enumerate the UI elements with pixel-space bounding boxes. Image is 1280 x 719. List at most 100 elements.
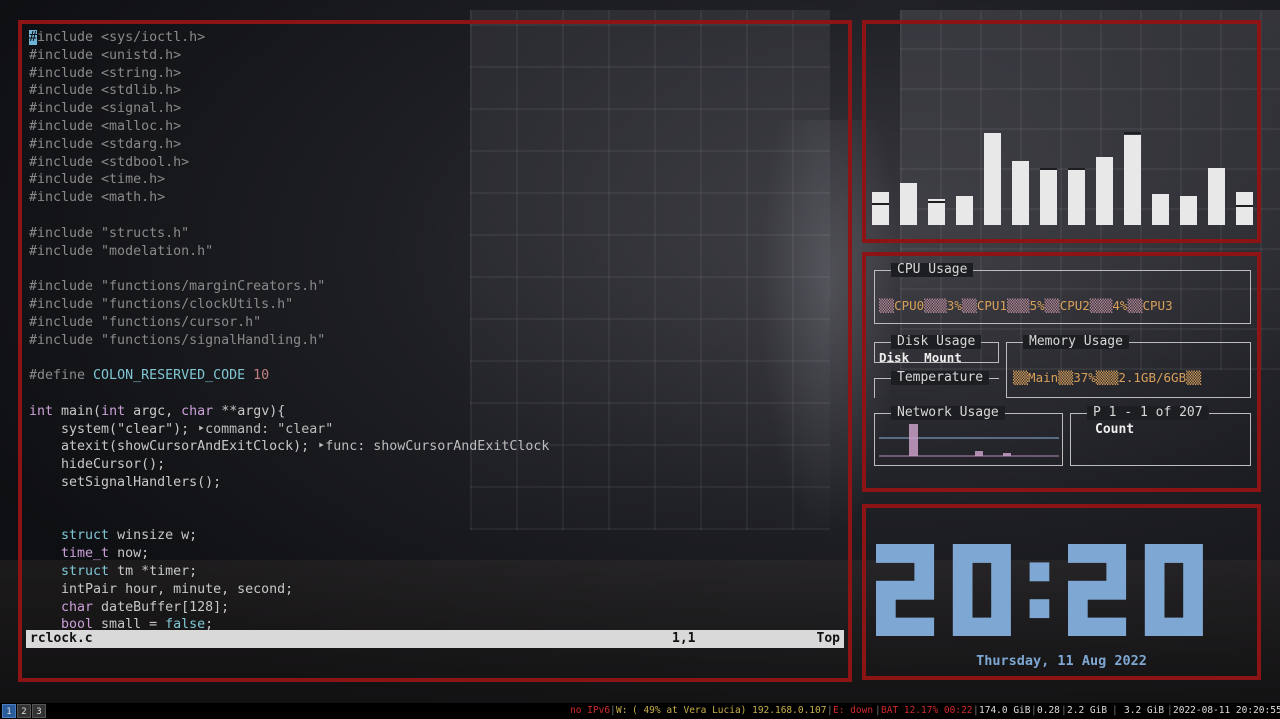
code-line[interactable]: #include <time.h> [29, 171, 841, 189]
memory-usage-line: ▒▒Main▒▒37%▒▒▒2.1GB/6GB▒▒ [1013, 370, 1202, 385]
workspace-button-1[interactable]: 1 [2, 704, 16, 718]
process-count-header[interactable]: Count [1095, 422, 1134, 437]
system-monitor-window[interactable]: CPU Usage ▒▒CPU0▒▒▒3%▒▒CPU1▒▒▒5%▒▒CPU2▒▒… [862, 252, 1261, 492]
code-line[interactable]: #define COLON_RESERVED_CODE 10 [29, 367, 841, 385]
temperature-panel: Temperature [874, 371, 999, 398]
clock-window[interactable]: Thursday, 11 Aug 2022 [862, 504, 1261, 680]
code-line[interactable]: system("clear"); ‣command: "clear" [29, 421, 841, 439]
code-line[interactable]: #include "structs.h" [29, 225, 841, 243]
editor-window[interactable]: #include <sys/ioctl.h> #include <unistd.h… [18, 20, 852, 682]
cpu-usage-title: CPU Usage [891, 263, 974, 277]
cpu-core-percent: 4% [1112, 298, 1128, 313]
code-line[interactable] [29, 349, 841, 367]
code-line[interactable]: #include <signal.h> [29, 100, 841, 118]
code-line[interactable]: intPair hour, minute, second; [29, 581, 841, 599]
network-usage-title: Network Usage [891, 406, 1005, 420]
ethernet-status: E: down [833, 705, 874, 716]
visualizer-bar [1096, 157, 1113, 225]
visualizer-peak-cap [1236, 205, 1253, 207]
code-line[interactable]: #include <sys/ioctl.h> [29, 29, 841, 47]
code-line[interactable] [29, 492, 841, 510]
code-line[interactable]: setSignalHandlers(); [29, 474, 841, 492]
clock-digit [1068, 544, 1127, 636]
visualizer-bar [872, 192, 889, 225]
code-line[interactable]: atexit(showCursorAndExitClock); ‣func: s… [29, 438, 841, 456]
cpu-core-label: CPU1 [976, 298, 1007, 313]
temperature-title: Temperature [891, 371, 990, 385]
audio-visualizer-window[interactable] [862, 20, 1261, 243]
statusline-scroll: Top [816, 631, 840, 646]
i3-status-bar: 1 2 3 no IPv6 | W: ( 49% at Vera Lucia) … [0, 703, 1280, 719]
code-line[interactable]: #include "functions/clockUtils.h" [29, 296, 841, 314]
visualizer-peak-cap [1040, 168, 1057, 170]
cpu-core-label: CPU3 [1142, 298, 1173, 313]
code-line[interactable]: hideCursor(); [29, 456, 841, 474]
memory-usage-panel: Memory Usage ▒▒Main▒▒37%▒▒▒2.1GB/6GB▒▒ [1006, 335, 1251, 398]
visualizer-peak-cap [928, 201, 945, 203]
code-line[interactable]: #include <unistd.h> [29, 47, 841, 65]
code-line[interactable] [29, 260, 841, 278]
ipv6-status: no IPv6 [570, 705, 611, 716]
code-line[interactable] [29, 510, 841, 528]
memory-used-status: 2.2 GiB [1067, 705, 1108, 716]
cpu-usage-panel: CPU Usage ▒▒CPU0▒▒▒3%▒▒CPU1▒▒▒5%▒▒CPU2▒▒… [874, 263, 1251, 324]
code-line[interactable]: #include <string.h> [29, 65, 841, 83]
clock-digit [952, 544, 1011, 636]
workspace-button-3[interactable]: 3 [32, 704, 46, 718]
process-panel[interactable]: P 1 - 1 of 207 Count [1070, 406, 1251, 466]
code-line[interactable]: struct winsize w; [29, 527, 841, 545]
memory-usage-title: Memory Usage [1023, 335, 1129, 349]
code-line[interactable]: struct tm *timer; [29, 563, 841, 581]
code-line[interactable] [29, 207, 841, 225]
code-line[interactable]: time_t now; [29, 545, 841, 563]
code-line[interactable]: #include <math.h> [29, 189, 841, 207]
visualizer-bar [900, 183, 917, 225]
disk-free-status: 174.0 GiB [979, 705, 1031, 716]
workspace-button-2[interactable]: 2 [17, 704, 31, 718]
disk-usage-panel: Disk Usage Disk Mount [874, 335, 999, 365]
clock-digit [1144, 544, 1203, 636]
visualizer-bar [1040, 168, 1057, 225]
visualizer-bar [984, 133, 1001, 225]
cpu-core-label: CPU0 [894, 298, 925, 313]
clock-digit [876, 544, 935, 636]
cpu-core-label: CPU2 [1059, 298, 1090, 313]
datetime-status: 2022-08-11 20:20:55 [1173, 705, 1280, 716]
code-line[interactable]: char dateBuffer[128]; [29, 599, 841, 617]
code-area[interactable]: #include <sys/ioctl.h> #include <unistd.h… [29, 29, 841, 634]
clock-date: Thursday, 11 Aug 2022 [976, 653, 1147, 669]
visualizer-peak-cap [1124, 132, 1141, 134]
code-line[interactable] [29, 385, 841, 403]
cpu-usage-line: ▒▒CPU0▒▒▒3%▒▒CPU1▒▒▒5%▒▒CPU2▒▒▒4%▒▒CPU3 [879, 298, 1173, 313]
cpu-core-percent: 3% [946, 298, 962, 313]
load-status: 0.28 [1037, 705, 1060, 716]
code-line[interactable]: #include <stdarg.h> [29, 136, 841, 154]
visualizer-peak-cap [1068, 168, 1085, 170]
visualizer-bar [956, 196, 973, 225]
visualizer-bar [1068, 168, 1085, 225]
visualizer-bars [866, 115, 1257, 225]
statusline-filename: rclock.c [30, 631, 93, 646]
network-usage-graph [879, 424, 1059, 457]
network-usage-panel: Network Usage [874, 406, 1063, 466]
code-line[interactable]: int main(int argc, char **argv){ [29, 403, 841, 421]
visualizer-peak-cap [872, 203, 889, 205]
battery-status: BAT 12.17% 00:22 [881, 705, 973, 716]
code-line[interactable]: #include <stdbool.h> [29, 154, 841, 172]
process-panel-title: P 1 - 1 of 207 [1087, 406, 1209, 420]
text-cursor: # [29, 30, 38, 45]
code-line[interactable]: #include "functions/signalHandling.h" [29, 332, 841, 350]
code-line[interactable]: #include "modelation.h" [29, 243, 841, 261]
cpu-core-percent: 5% [1029, 298, 1045, 313]
code-line[interactable]: #include "functions/cursor.h" [29, 314, 841, 332]
statusline-position: 1,1 [672, 631, 696, 646]
visualizer-bar [1208, 168, 1225, 225]
code-line[interactable]: #include "functions/marginCreators.h" [29, 278, 841, 296]
mount-column-header: Mount [924, 350, 962, 365]
code-line[interactable]: #include <stdlib.h> [29, 82, 841, 100]
code-line[interactable]: #include <malloc.h> [29, 118, 841, 136]
clock-colon [1029, 562, 1050, 619]
disk-usage-header: Disk Mount [879, 350, 962, 365]
memory-available-status: 3.2 GiB [1124, 705, 1165, 716]
visualizer-bar [1152, 194, 1169, 225]
